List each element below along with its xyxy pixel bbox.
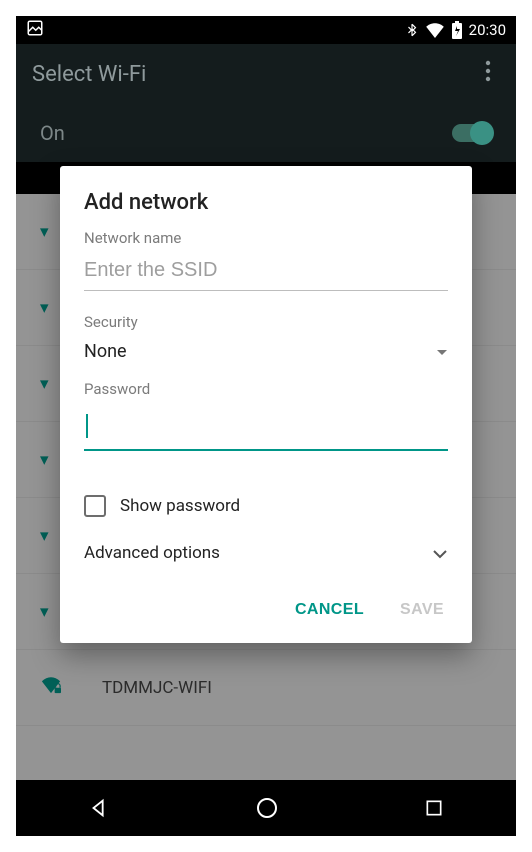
wifi-icon xyxy=(425,22,445,38)
battery-charging-icon xyxy=(451,21,463,39)
network-name-label: Network name xyxy=(84,229,448,247)
save-button[interactable]: SAVE xyxy=(396,595,448,625)
wifi-toggle-switch[interactable] xyxy=(452,124,492,142)
overflow-menu-button[interactable] xyxy=(476,60,500,88)
dropdown-caret-icon xyxy=(436,342,448,361)
nav-back-button[interactable] xyxy=(88,797,110,819)
security-label: Security xyxy=(84,313,448,331)
app-bar: Select Wi-Fi xyxy=(16,44,516,104)
show-password-label: Show password xyxy=(120,496,240,516)
wifi-toggle-label: On xyxy=(40,121,65,145)
add-network-dialog: Add network Network name Security None P… xyxy=(60,166,472,643)
password-input[interactable] xyxy=(84,406,448,451)
security-selected-value: None xyxy=(84,341,127,362)
nav-recents-button[interactable] xyxy=(424,798,444,818)
page-title: Select Wi-Fi xyxy=(32,62,146,87)
password-label: Password xyxy=(84,380,448,398)
status-time: 20:30 xyxy=(469,21,506,39)
security-dropdown[interactable]: None xyxy=(84,339,448,368)
system-nav-bar xyxy=(16,780,516,836)
nav-home-button[interactable] xyxy=(255,796,279,820)
chevron-down-icon xyxy=(432,544,448,563)
cancel-button[interactable]: CANCEL xyxy=(291,595,368,625)
status-bar: 20:30 xyxy=(16,16,516,44)
bluetooth-icon xyxy=(405,21,419,39)
advanced-options-row[interactable]: Advanced options xyxy=(84,543,448,563)
show-password-checkbox[interactable] xyxy=(84,495,106,517)
image-icon xyxy=(26,19,44,41)
advanced-options-label: Advanced options xyxy=(84,543,220,563)
wifi-master-toggle-row: On xyxy=(16,104,516,162)
dialog-title: Add network xyxy=(84,190,448,215)
network-name-input[interactable] xyxy=(84,255,448,291)
